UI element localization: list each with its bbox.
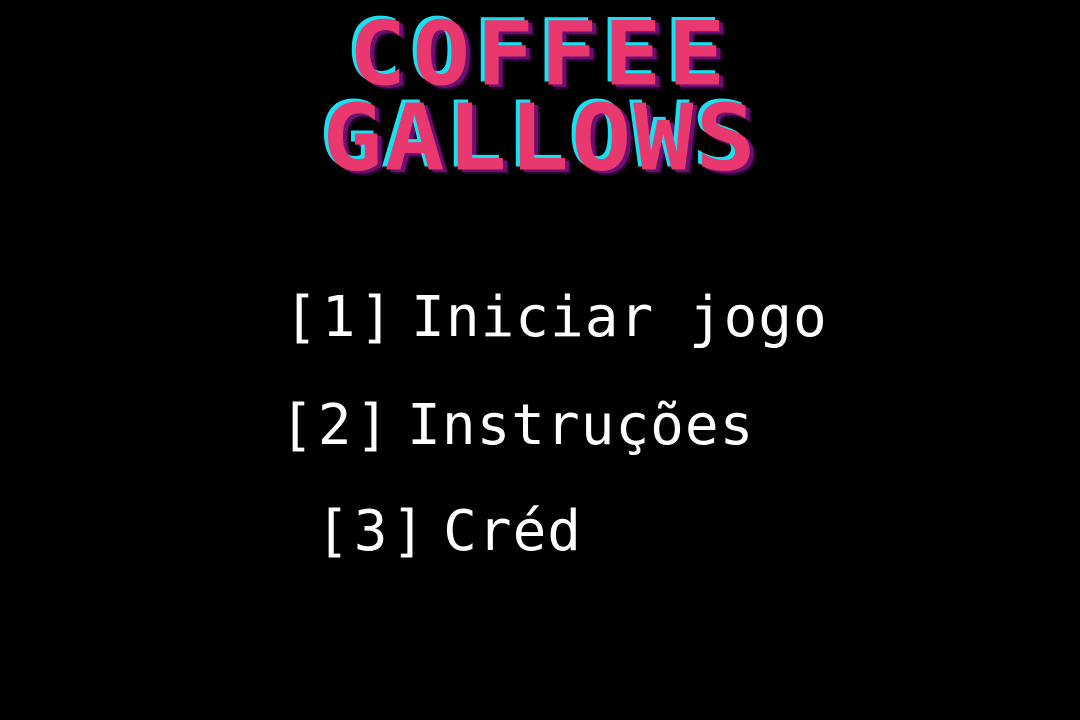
menu-option-instructions[interactable]: [2] Instruções bbox=[280, 394, 754, 458]
menu-option-label: Créd bbox=[443, 499, 583, 564]
menu-option-key: [2] bbox=[280, 393, 394, 458]
game-menu-screen: COFFEE GALLOWS [1] Iniciar jogo [2] Inst… bbox=[0, 0, 1080, 720]
menu-option-key: [3] bbox=[316, 499, 430, 564]
menu-option-start-game[interactable]: [1] Iniciar jogo bbox=[284, 286, 828, 350]
game-title-line-2: GALLOWS bbox=[322, 83, 758, 192]
menu-option-credits[interactable]: [3] Créd bbox=[316, 500, 582, 564]
menu-option-label: Iniciar jogo bbox=[411, 285, 828, 350]
menu-option-label: Instruções bbox=[407, 393, 755, 458]
menu-option-key: [1] bbox=[284, 285, 398, 350]
